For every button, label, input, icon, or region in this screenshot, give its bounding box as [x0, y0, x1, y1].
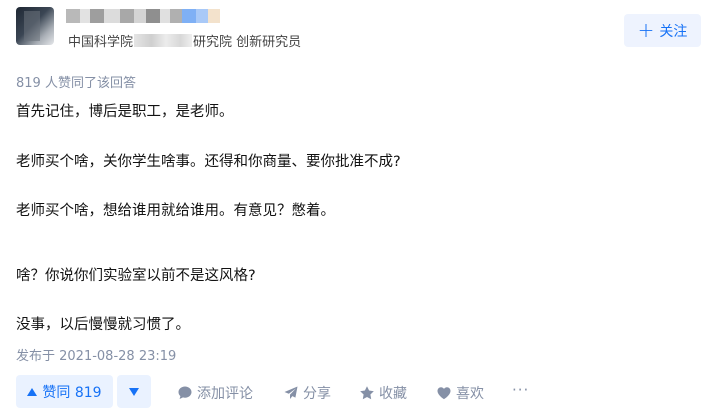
- author-headline: 中国科学院 研究院 创新研究员: [68, 31, 301, 50]
- more-options-button[interactable]: ···: [512, 381, 529, 399]
- answer-paragraph: 首先记住，博后是职工，是老师。: [16, 104, 234, 120]
- follow-label: 关注: [659, 23, 688, 40]
- vote-up-button[interactable]: 赞同 819: [16, 375, 113, 408]
- share-label: 分享: [303, 386, 331, 402]
- triangle-up-icon: [27, 387, 38, 396]
- vote-up-label: 赞同 819: [42, 384, 102, 401]
- answer-paragraph: 老师买个啥，关你学生啥事。还得和你商量、要你批准不成?: [16, 154, 401, 170]
- comment-bubble-icon: [178, 386, 192, 399]
- triangle-down-icon: [129, 387, 139, 396]
- like-button[interactable]: 喜欢: [436, 383, 484, 403]
- plus-icon: +: [637, 17, 655, 42]
- add-comment-button[interactable]: 添加评论: [177, 383, 253, 403]
- answer-paragraph: 啥？你说你们实验室以前不是这风格?: [16, 268, 256, 284]
- author-org-prefix: 中国科学院: [68, 35, 134, 50]
- author-name-redacted[interactable]: [66, 9, 220, 23]
- paper-plane-icon: [284, 386, 298, 399]
- author-org-suffix: 研究院 创新研究员: [193, 35, 302, 50]
- vote-down-button[interactable]: [117, 375, 151, 408]
- more-dots-icon: ···: [512, 381, 530, 399]
- favorite-label: 收藏: [379, 386, 407, 402]
- answer-paragraph: 老师买个啥，想给谁用就给谁用。有意见？憋着。: [16, 203, 335, 219]
- like-label: 喜欢: [456, 386, 484, 402]
- share-button[interactable]: 分享: [283, 383, 331, 403]
- follow-button[interactable]: + 关注: [624, 14, 701, 47]
- add-comment-label: 添加评论: [197, 386, 253, 402]
- favorite-button[interactable]: 收藏: [359, 383, 407, 403]
- star-icon: [360, 386, 374, 400]
- author-avatar[interactable]: [16, 7, 54, 45]
- vote-summary[interactable]: 819 人赞同了该回答: [16, 72, 136, 91]
- answer-paragraph: 没事，以后慢慢就习惯了。: [16, 317, 190, 333]
- publish-time[interactable]: 发布于 2021-08-28 23:19: [16, 345, 176, 364]
- heart-icon: [437, 387, 451, 400]
- author-org-redacted: [134, 34, 193, 47]
